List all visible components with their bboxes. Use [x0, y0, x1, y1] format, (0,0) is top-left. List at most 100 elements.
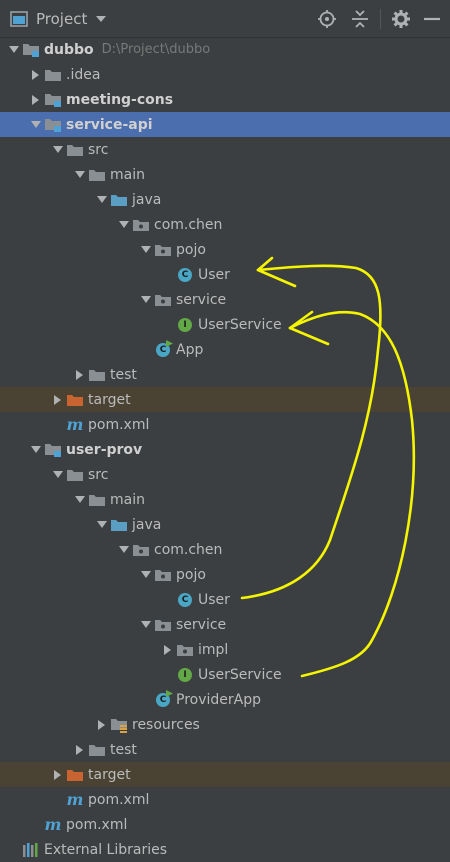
dropdown-arrow-icon[interactable]: [95, 15, 107, 23]
locate-button[interactable]: [317, 0, 337, 38]
expand-right-arrow-icon[interactable]: [72, 362, 88, 387]
expand-down-arrow-icon[interactable]: [6, 37, 22, 62]
package-icon: [154, 562, 172, 587]
tree-row[interactable]: impl: [0, 637, 450, 662]
expand-right-arrow-icon[interactable]: [160, 637, 176, 662]
hide-icon: [423, 10, 441, 28]
folder-icon: [88, 362, 106, 387]
tree-row[interactable]: service: [0, 287, 450, 312]
collapse-all-icon: [350, 9, 370, 29]
arrow-placeholder: [28, 812, 44, 837]
expand-right-arrow-icon[interactable]: [28, 87, 44, 112]
tree-row[interactable]: C App: [0, 337, 450, 362]
expand-down-arrow-icon[interactable]: [138, 237, 154, 262]
expand-down-arrow-icon[interactable]: [116, 212, 132, 237]
package-icon: [154, 612, 172, 637]
tree-item-label: pojo: [176, 566, 206, 583]
tree-item-label: target: [88, 391, 131, 408]
excluded-folder-icon: [66, 387, 84, 412]
tree-item-label: java: [132, 516, 162, 533]
arrow-placeholder: [138, 337, 154, 362]
tree-row[interactable]: service-api: [0, 112, 450, 137]
package-icon: [154, 287, 172, 312]
tree-item-label: service-api: [66, 116, 153, 133]
tree-row[interactable]: dubbo D:\Project\dubbo: [0, 37, 450, 62]
expand-right-arrow-icon[interactable]: [72, 737, 88, 762]
hide-button[interactable]: [423, 0, 441, 38]
tree-item-label: meeting-cons: [66, 91, 174, 108]
tree-row[interactable]: com.chen: [0, 212, 450, 237]
tree-row[interactable]: test: [0, 362, 450, 387]
tree-row[interactable]: m pom.xml: [0, 812, 450, 837]
module-folder-icon: [44, 112, 62, 137]
project-view-selector[interactable]: Project: [10, 0, 107, 38]
tree-row[interactable]: target: [0, 762, 450, 787]
maven-icon: m: [66, 415, 84, 434]
tree-row[interactable]: External Libraries: [0, 837, 450, 862]
tree-row[interactable]: I UserService: [0, 662, 450, 687]
arrow-placeholder: [138, 687, 154, 712]
tree-row[interactable]: I UserService: [0, 312, 450, 337]
tree-item-label: java: [132, 191, 162, 208]
tree-row[interactable]: meeting-cons: [0, 87, 450, 112]
collapse-all-button[interactable]: [350, 0, 370, 38]
folder-icon: [88, 737, 106, 762]
tree-row[interactable]: service: [0, 612, 450, 637]
expand-right-arrow-icon[interactable]: [94, 712, 110, 737]
tree-row[interactable]: java: [0, 512, 450, 537]
tree-item-label: pojo: [176, 241, 206, 258]
tree-row[interactable]: target: [0, 387, 450, 412]
expand-right-arrow-icon[interactable]: [50, 387, 66, 412]
expand-down-arrow-icon[interactable]: [28, 112, 44, 137]
expand-down-arrow-icon[interactable]: [138, 287, 154, 312]
expand-down-arrow-icon[interactable]: [94, 187, 110, 212]
tree-item-label: service: [176, 616, 227, 633]
expand-down-arrow-icon[interactable]: [50, 137, 66, 162]
tree-row[interactable]: resources: [0, 712, 450, 737]
tree-row[interactable]: pojo: [0, 237, 450, 262]
expand-down-arrow-icon[interactable]: [50, 462, 66, 487]
expand-down-arrow-icon[interactable]: [28, 437, 44, 462]
tree-row[interactable]: test: [0, 737, 450, 762]
tree-row[interactable]: src: [0, 462, 450, 487]
tree-item-label: resources: [132, 716, 200, 733]
tree-item-label: src: [88, 466, 109, 483]
tree-row[interactable]: pojo: [0, 562, 450, 587]
expand-down-arrow-icon[interactable]: [138, 612, 154, 637]
tree-row[interactable]: m pom.xml: [0, 412, 450, 437]
expand-down-arrow-icon[interactable]: [72, 487, 88, 512]
folder-icon: [88, 487, 106, 512]
expand-right-arrow-icon[interactable]: [28, 62, 44, 87]
expand-right-arrow-icon[interactable]: [50, 762, 66, 787]
folder-icon: [88, 162, 106, 187]
expand-down-arrow-icon[interactable]: [94, 512, 110, 537]
tree-row[interactable]: main: [0, 162, 450, 187]
expand-down-arrow-icon[interactable]: [72, 162, 88, 187]
project-tree[interactable]: dubbo D:\Project\dubbo .idea meeting-cons se…: [0, 37, 450, 862]
resources-folder-icon: [110, 712, 128, 737]
tree-row[interactable]: C User: [0, 262, 450, 287]
tree-row[interactable]: java: [0, 187, 450, 212]
tree-row[interactable]: src: [0, 137, 450, 162]
folder-icon: [66, 137, 84, 162]
expand-down-arrow-icon[interactable]: [116, 537, 132, 562]
interface-icon: I: [176, 312, 194, 337]
tree-row[interactable]: user-prov: [0, 437, 450, 462]
tree-item-label: pom.xml: [88, 416, 150, 433]
expand-down-arrow-icon[interactable]: [138, 562, 154, 587]
tree-row[interactable]: main: [0, 487, 450, 512]
tree-row[interactable]: C ProviderApp: [0, 687, 450, 712]
settings-button[interactable]: [391, 0, 411, 38]
tree-item-label: test: [110, 741, 137, 758]
tree-item-label: pom.xml: [66, 816, 128, 833]
arrow-placeholder: [160, 662, 176, 687]
tree-row[interactable]: C User: [0, 587, 450, 612]
project-view-icon: [10, 11, 28, 27]
module-folder-icon: [44, 437, 62, 462]
module-path: D:\Project\dubbo: [101, 42, 211, 57]
tree-row[interactable]: .idea: [0, 62, 450, 87]
tree-item-label: User: [198, 591, 230, 608]
tree-row[interactable]: m pom.xml: [0, 787, 450, 812]
tree-item-label: .idea: [66, 66, 101, 83]
tree-row[interactable]: com.chen: [0, 537, 450, 562]
